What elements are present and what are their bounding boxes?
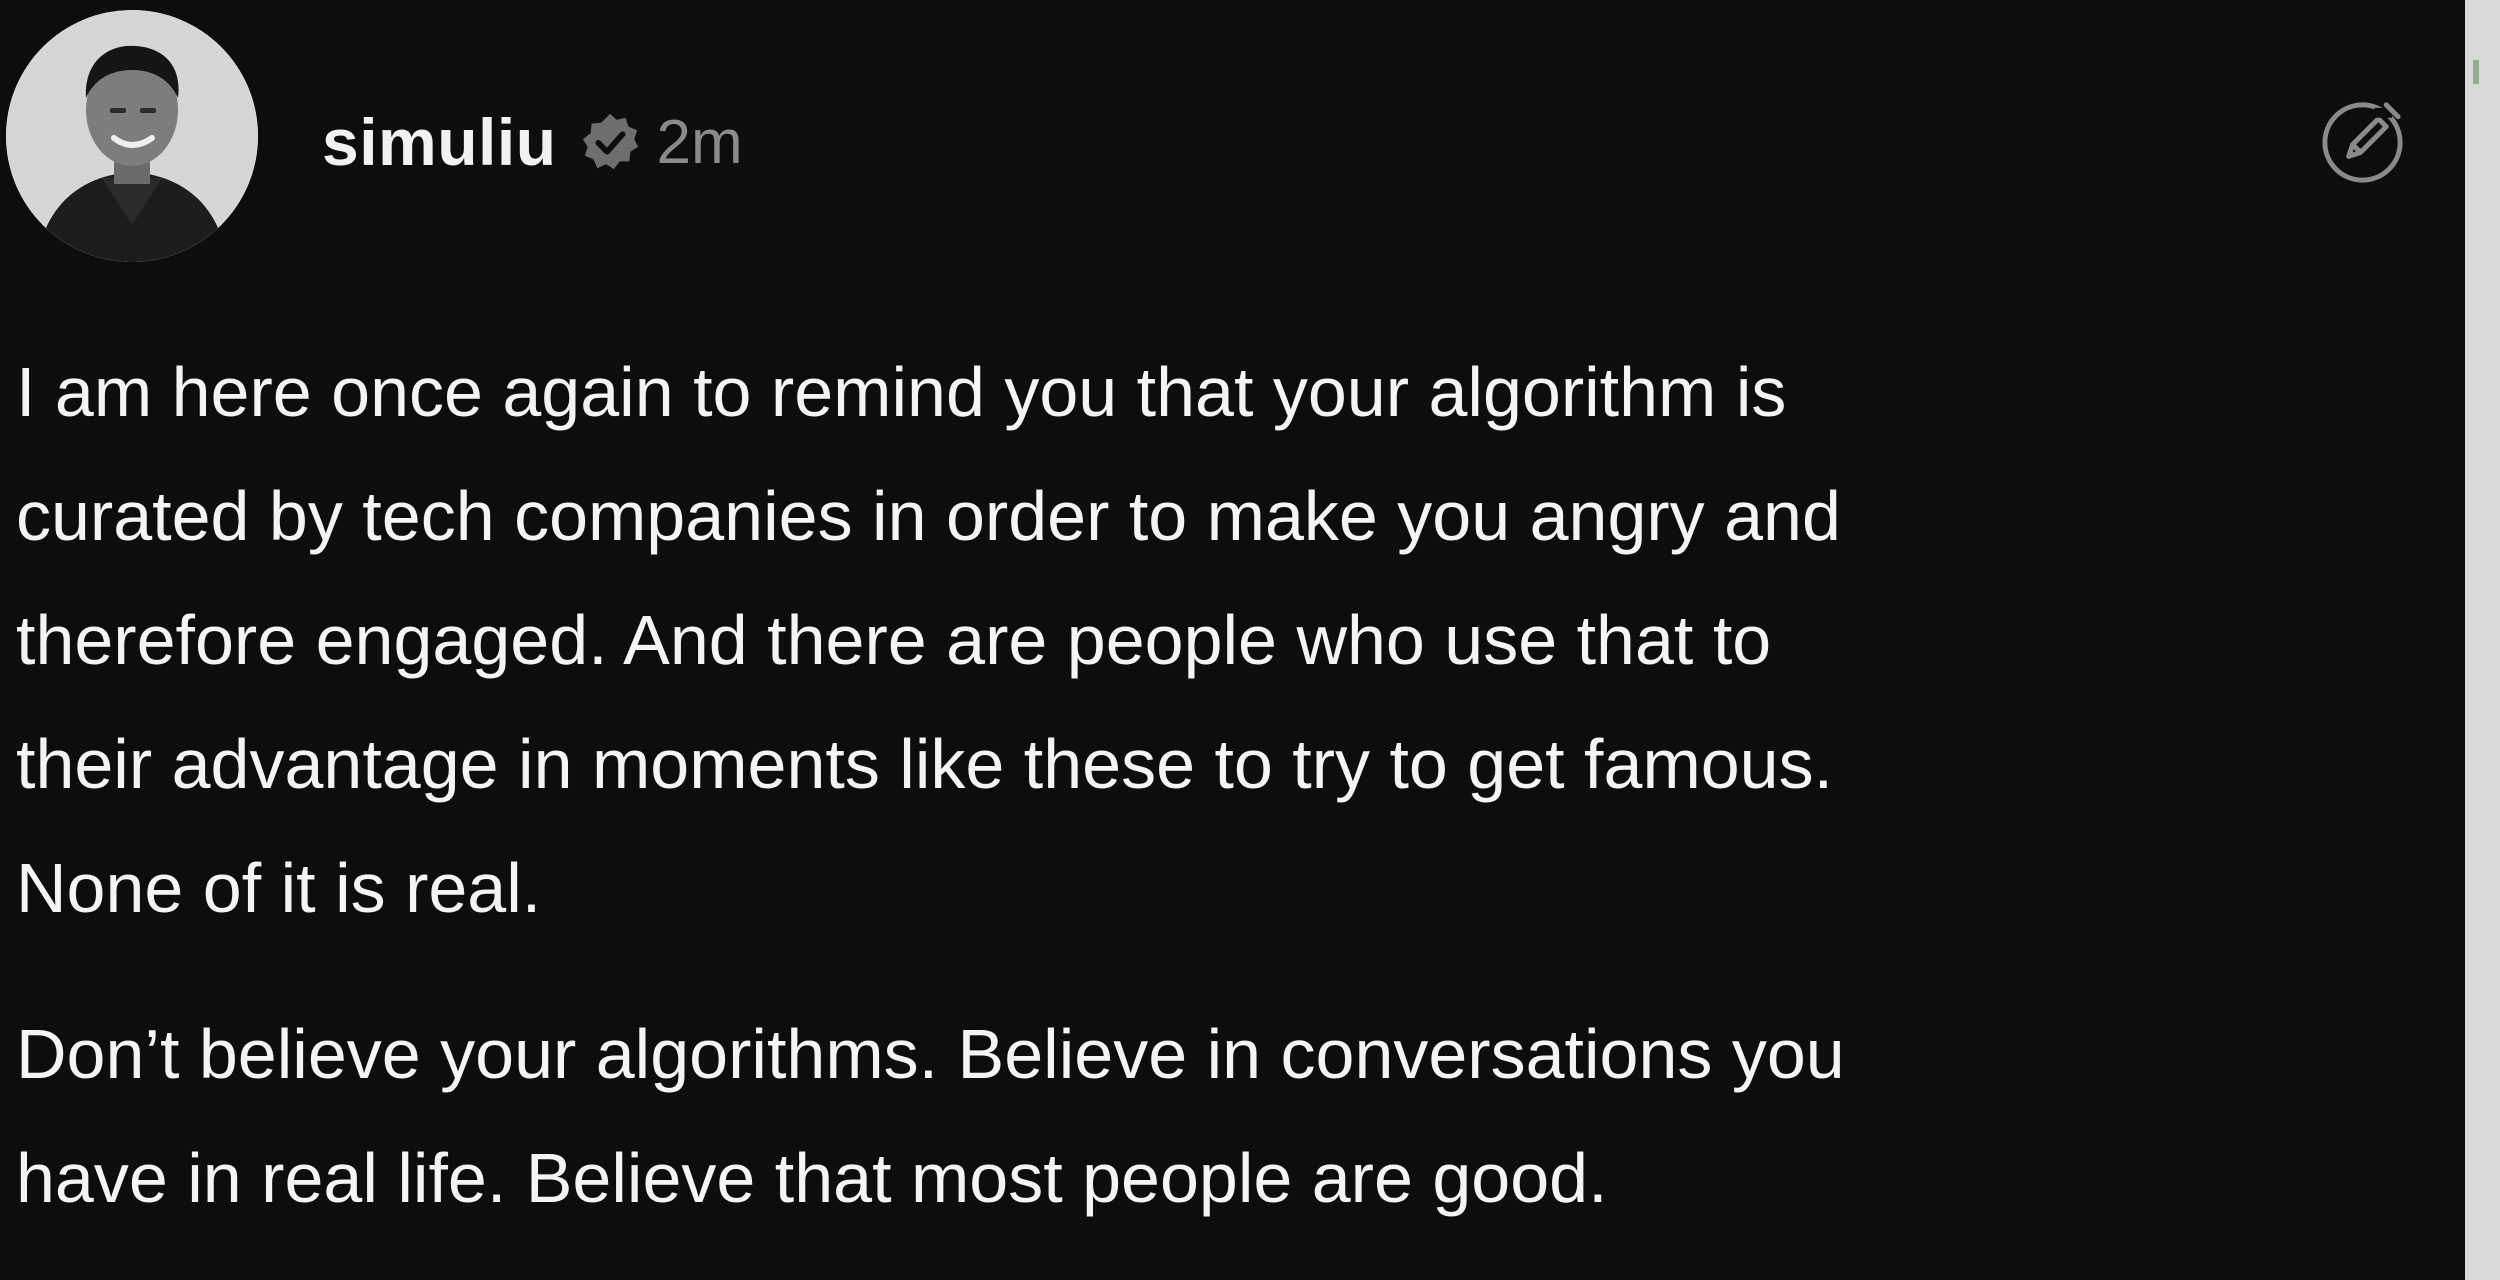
scrollbar-edge: [2465, 0, 2500, 1280]
post-paragraph: Don’t believe your algorithms. Believe i…: [16, 1015, 1845, 1217]
verified-badge-icon: [579, 111, 641, 173]
edge-marker: [2473, 60, 2479, 84]
post-timestamp: 2m: [656, 107, 743, 177]
avatar[interactable]: [6, 10, 258, 262]
avatar-photo: [6, 10, 258, 262]
post-body: I am here once again to remind you that …: [16, 330, 2456, 1240]
edit-icon: [2322, 102, 2403, 183]
post-card: simuliu 2m I am here once again to remin…: [0, 0, 2465, 1280]
post-header: simuliu 2m: [322, 92, 743, 192]
post-paragraph: I am here once again to remind you that …: [16, 353, 1841, 927]
edit-button[interactable]: [2315, 95, 2410, 190]
username[interactable]: simuliu: [322, 104, 557, 180]
